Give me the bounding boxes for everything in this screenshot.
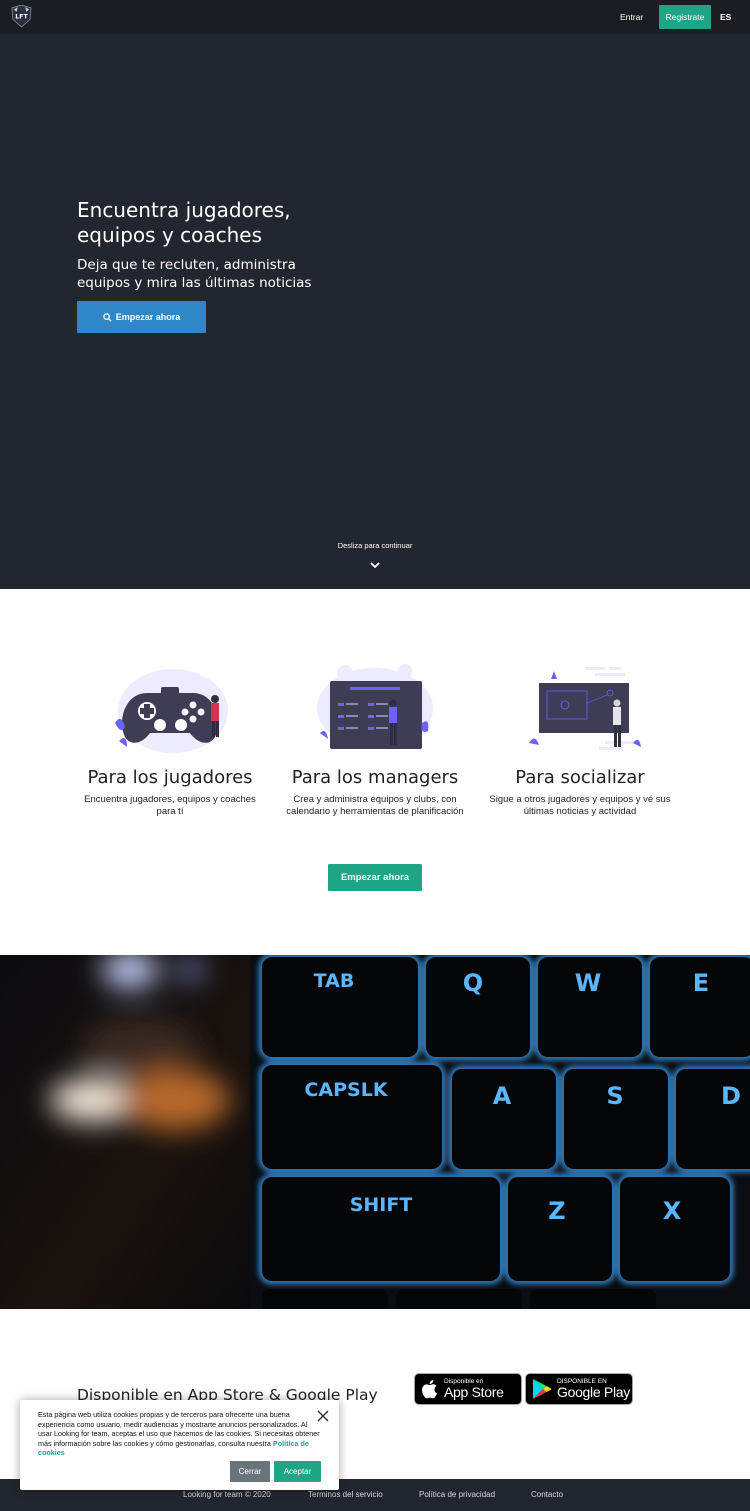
feature-description: Crea y administra equipos y clubs, con c… <box>286 794 464 817</box>
google-play-badge[interactable]: DISPONIBLE EN Google Play <box>525 1373 633 1405</box>
cookie-close-button[interactable]: Cerrar <box>230 1461 270 1482</box>
footer-contact-link[interactable]: Contacto <box>531 1479 563 1511</box>
feature-description: Sigue a otros jugadores y equipos y vé s… <box>489 794 671 817</box>
key-label: Z <box>548 1197 565 1225</box>
language-selector[interactable]: ES <box>720 6 731 28</box>
key-label: Q <box>463 969 483 997</box>
feature-managers: Para los managers Crea y administra equi… <box>275 663 475 818</box>
feature-description: Encuentra jugadores, equipos y coaches p… <box>84 794 256 817</box>
app-store-big-text: App Store <box>444 1384 504 1400</box>
key-label: D <box>721 1082 741 1110</box>
key-label: E <box>693 969 709 997</box>
app-store-badge[interactable]: Disponible en App Store <box>414 1373 522 1405</box>
feature-social: Para socializar Sigue a otros jugadores … <box>480 663 680 818</box>
hero-subtitle: Deja que te recluten, administra equipos… <box>77 257 312 291</box>
hero-title: Encuentra jugadores, equipos y coaches <box>77 198 291 247</box>
key-label: CAPSLK <box>304 1079 388 1101</box>
keyboard-keys: TAB Q W E CAPSLK A S D SHIFT Z X <box>250 955 750 1309</box>
cookie-accept-button[interactable]: Aceptar <box>274 1461 321 1482</box>
google-play-big-text: Google Play <box>557 1384 630 1400</box>
cookie-text: Esta página web utiliza cookies propias … <box>38 1410 320 1458</box>
feature-players: Para los jugadores Encuentra jugadores, … <box>70 663 270 818</box>
lft-logo[interactable]: LFT <box>10 5 33 28</box>
logo-text: LFT <box>15 13 28 20</box>
search-icon <box>103 312 112 322</box>
start-now-label: Empezar ahora <box>115 312 181 322</box>
keyboard-photo: TAB Q W E CAPSLK A S D SHIFT Z X <box>0 955 750 1309</box>
scroll-hint: Desliza para continuar <box>337 541 413 550</box>
cookie-banner: Esta página web utiliza cookies propias … <box>20 1400 339 1490</box>
key-label: A <box>493 1082 512 1110</box>
top-navbar: LFT Entrar Registrate ES <box>0 0 750 34</box>
presentation-illustration <box>529 667 641 750</box>
google-play-icon <box>533 1379 552 1399</box>
gamepad-illustration <box>115 669 228 753</box>
footer-privacy-link[interactable]: Política de privacidad <box>419 1479 495 1511</box>
feature-title: Para los managers <box>291 767 459 788</box>
feature-title: Para socializar <box>515 767 645 788</box>
apple-icon <box>422 1380 437 1399</box>
dashboard-illustration <box>317 664 433 749</box>
chevron-down-icon[interactable] <box>369 559 381 571</box>
key-label: X <box>663 1197 682 1225</box>
login-link[interactable]: Entrar <box>614 6 649 28</box>
features-section: Para los jugadores Encuentra jugadores, … <box>0 589 750 955</box>
start-now-button[interactable]: Empezar ahora <box>77 301 206 333</box>
key-label: W <box>575 969 601 997</box>
key-label: S <box>606 1082 623 1110</box>
key-label: TAB <box>314 970 355 992</box>
key-label: SHIFT <box>350 1194 413 1216</box>
start-now-secondary-button[interactable]: Empezar ahora <box>328 864 422 891</box>
feature-title: Para los jugadores <box>87 767 253 788</box>
keyboard-image: TAB Q W E CAPSLK A S D SHIFT Z X <box>0 955 750 1309</box>
close-icon[interactable] <box>316 1409 330 1423</box>
hero-section: Encuentra jugadores, equipos y coaches D… <box>0 0 750 589</box>
register-button[interactable]: Registrate <box>659 5 711 29</box>
